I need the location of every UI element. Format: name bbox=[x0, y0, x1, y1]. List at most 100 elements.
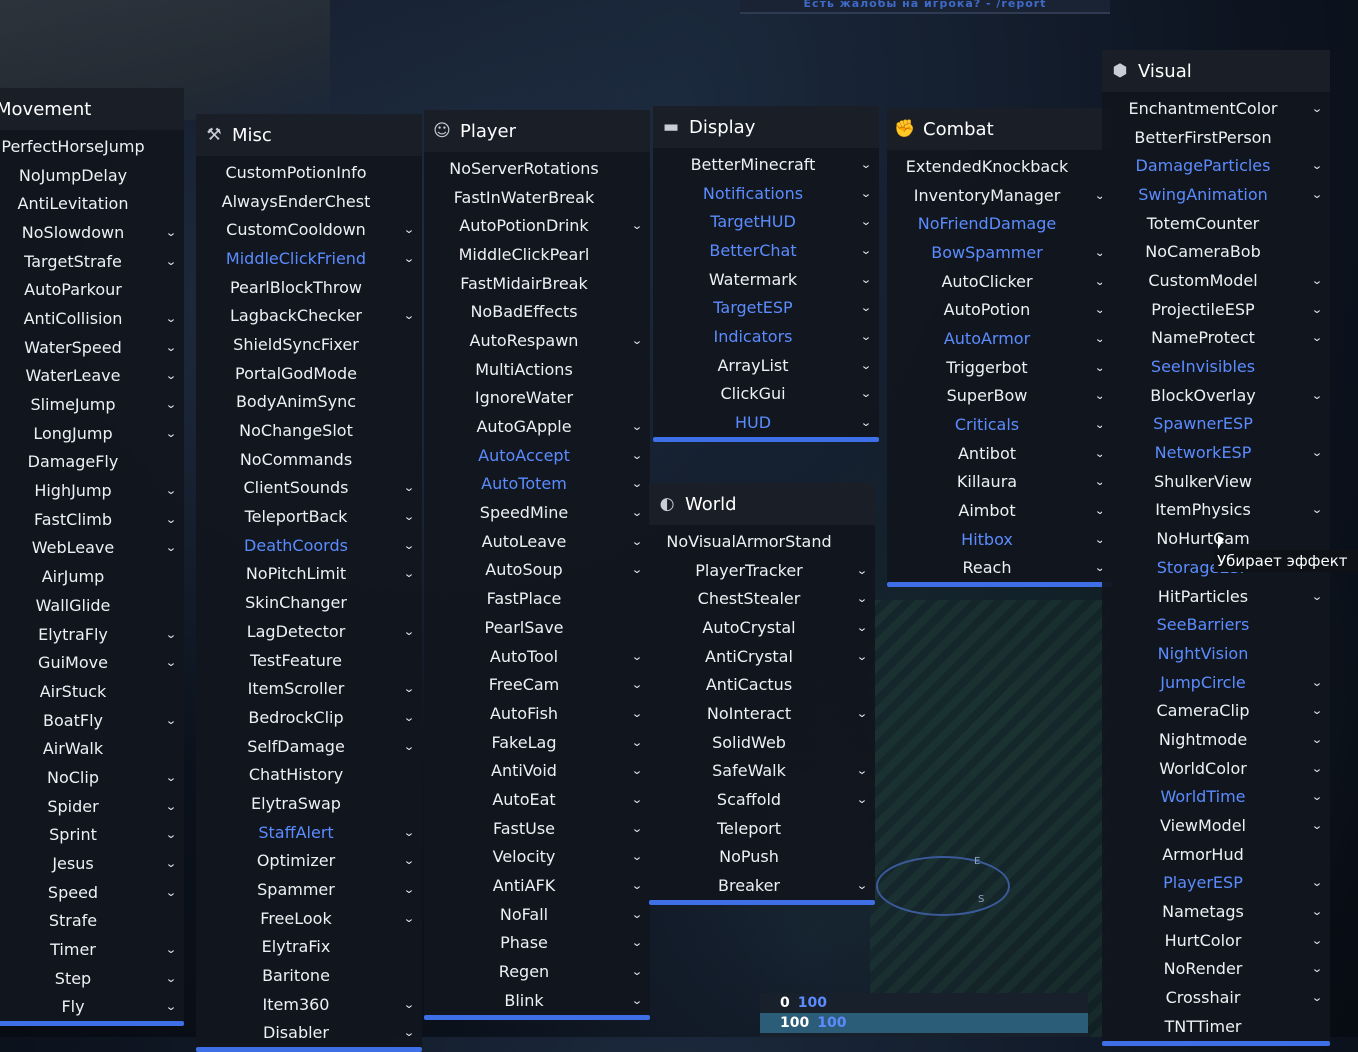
chevron-down-icon[interactable]: ⌄ bbox=[845, 621, 879, 634]
chevron-down-icon[interactable]: ⌄ bbox=[154, 484, 188, 497]
module-anticactus[interactable]: AntiCactus⌄ bbox=[649, 670, 875, 699]
chevron-down-icon[interactable]: ⌄ bbox=[849, 273, 883, 286]
chevron-down-icon[interactable]: ⌄ bbox=[392, 998, 426, 1011]
module-fastmidairbreak[interactable]: FastMidairBreak⌄ bbox=[424, 269, 650, 298]
module-killaura[interactable]: Killaura ⌄ bbox=[887, 468, 1113, 497]
module-seeinvisibles[interactable]: SeeInvisibles⌄ bbox=[1102, 352, 1330, 381]
chevron-down-icon[interactable]: ⌄ bbox=[392, 711, 426, 724]
chevron-down-icon[interactable]: ⌄ bbox=[620, 936, 654, 949]
module-damagefly[interactable]: DamageFly⌄ bbox=[0, 448, 184, 477]
module-baritone[interactable]: Baritone⌄ bbox=[196, 961, 422, 990]
module-autotool[interactable]: AutoTool ⌄ bbox=[424, 642, 650, 671]
chevron-down-icon[interactable]: ⌄ bbox=[849, 244, 883, 257]
misc-panel-header[interactable]: ⚒ Misc bbox=[196, 114, 422, 156]
module-antiafk[interactable]: AntiAFK ⌄ bbox=[424, 871, 650, 900]
chevron-down-icon[interactable]: ⌄ bbox=[849, 416, 883, 429]
chevron-down-icon[interactable]: ⌄ bbox=[1300, 446, 1334, 459]
chevron-down-icon[interactable]: ⌄ bbox=[154, 369, 188, 382]
module-nofall[interactable]: NoFall ⌄ bbox=[424, 900, 650, 929]
display-panel-header[interactable]: ▬ Display bbox=[653, 106, 879, 148]
module-betterminecraft[interactable]: BetterMinecraft ⌄ bbox=[653, 150, 879, 179]
module-fastuse[interactable]: FastUse ⌄ bbox=[424, 814, 650, 843]
module-middleclickfriend[interactable]: MiddleClickFriend ⌄ bbox=[196, 244, 422, 273]
module-antilevitation[interactable]: AntiLevitation⌄ bbox=[0, 189, 184, 218]
chevron-down-icon[interactable]: ⌄ bbox=[845, 793, 879, 806]
module-perfecthorsejump[interactable]: PerfectHorseJump⌄ bbox=[0, 132, 184, 161]
chevron-down-icon[interactable]: ⌄ bbox=[154, 226, 188, 239]
module-alwaysenderchest[interactable]: AlwaysEnderChest⌄ bbox=[196, 187, 422, 216]
module-teleport[interactable]: Teleport⌄ bbox=[649, 814, 875, 843]
chevron-down-icon[interactable]: ⌄ bbox=[154, 398, 188, 411]
module-crosshair[interactable]: Crosshair ⌄ bbox=[1102, 983, 1330, 1012]
module-hitparticles[interactable]: HitParticles ⌄ bbox=[1102, 582, 1330, 611]
module-longjump[interactable]: LongJump ⌄ bbox=[0, 419, 184, 448]
module-criticals[interactable]: Criticals ⌄ bbox=[887, 410, 1113, 439]
movement-panel-header[interactable]: Movement bbox=[0, 88, 184, 130]
chevron-down-icon[interactable]: ⌄ bbox=[1300, 389, 1334, 402]
chevron-down-icon[interactable]: ⌄ bbox=[620, 219, 654, 232]
chevron-down-icon[interactable]: ⌄ bbox=[1300, 762, 1334, 775]
chevron-down-icon[interactable]: ⌄ bbox=[849, 330, 883, 343]
module-autogapple[interactable]: AutoGApple ⌄ bbox=[424, 412, 650, 441]
chevron-down-icon[interactable]: ⌄ bbox=[154, 886, 188, 899]
module-elytrafix[interactable]: ElytraFix⌄ bbox=[196, 933, 422, 962]
module-nobadeffects[interactable]: NoBadEffects⌄ bbox=[424, 297, 650, 326]
module-nofrienddamage[interactable]: NoFriendDamage⌄ bbox=[887, 209, 1113, 238]
chevron-down-icon[interactable]: ⌄ bbox=[392, 682, 426, 695]
module-norender[interactable]: NoRender ⌄ bbox=[1102, 955, 1330, 984]
chevron-down-icon[interactable]: ⌄ bbox=[620, 334, 654, 347]
module-watermark[interactable]: Watermark ⌄ bbox=[653, 265, 879, 294]
module-inventorymanager[interactable]: InventoryManager ⌄ bbox=[887, 181, 1113, 210]
chevron-down-icon[interactable]: ⌄ bbox=[392, 309, 426, 322]
module-nopitchlimit[interactable]: NoPitchLimit ⌄ bbox=[196, 560, 422, 589]
chevron-down-icon[interactable]: ⌄ bbox=[1300, 962, 1334, 975]
module-blink[interactable]: Blink ⌄ bbox=[424, 986, 650, 1015]
module-spawneresp[interactable]: SpawnerESP⌄ bbox=[1102, 410, 1330, 439]
module-notifications[interactable]: Notifications ⌄ bbox=[653, 179, 879, 208]
module-cameraclip[interactable]: CameraClip ⌄ bbox=[1102, 696, 1330, 725]
module-autocrystal[interactable]: AutoCrystal ⌄ bbox=[649, 613, 875, 642]
module-autopotiondrink[interactable]: AutoPotionDrink ⌄ bbox=[424, 211, 650, 240]
chevron-down-icon[interactable]: ⌄ bbox=[1300, 188, 1334, 201]
module-speed[interactable]: Speed ⌄ bbox=[0, 878, 184, 907]
module-worldtime[interactable]: WorldTime ⌄ bbox=[1102, 783, 1330, 812]
module-pearlblockthrow[interactable]: PearlBlockThrow⌄ bbox=[196, 273, 422, 302]
module-noserverrotations[interactable]: NoServerRotations⌄ bbox=[424, 154, 650, 183]
module-indicators[interactable]: Indicators ⌄ bbox=[653, 322, 879, 351]
chevron-down-icon[interactable]: ⌄ bbox=[392, 539, 426, 552]
module-targetstrafe[interactable]: TargetStrafe ⌄ bbox=[0, 247, 184, 276]
chevron-down-icon[interactable]: ⌄ bbox=[845, 879, 879, 892]
module-autoleave[interactable]: AutoLeave ⌄ bbox=[424, 527, 650, 556]
chevron-down-icon[interactable]: ⌄ bbox=[1300, 503, 1334, 516]
module-aimbot[interactable]: Aimbot ⌄ bbox=[887, 496, 1113, 525]
module-superbow[interactable]: SuperBow ⌄ bbox=[887, 382, 1113, 411]
module-slimejump[interactable]: SlimeJump ⌄ bbox=[0, 390, 184, 419]
module-waterspeed[interactable]: WaterSpeed ⌄ bbox=[0, 333, 184, 362]
module-armorhud[interactable]: ArmorHud⌄ bbox=[1102, 840, 1330, 869]
module-guimove[interactable]: GuiMove ⌄ bbox=[0, 648, 184, 677]
chevron-down-icon[interactable]: ⌄ bbox=[392, 740, 426, 753]
module-custompotioninfo[interactable]: CustomPotionInfo⌄ bbox=[196, 158, 422, 187]
module-playertracker[interactable]: PlayerTracker ⌄ bbox=[649, 556, 875, 585]
module-nojumpdelay[interactable]: NoJumpDelay⌄ bbox=[0, 161, 184, 190]
chevron-down-icon[interactable]: ⌄ bbox=[1300, 331, 1334, 344]
module-playeresp[interactable]: PlayerESP ⌄ bbox=[1102, 869, 1330, 898]
module-freelook[interactable]: FreeLook ⌄ bbox=[196, 904, 422, 933]
module-customcooldown[interactable]: CustomCooldown ⌄ bbox=[196, 215, 422, 244]
chevron-down-icon[interactable]: ⌄ bbox=[154, 771, 188, 784]
chevron-down-icon[interactable]: ⌄ bbox=[849, 187, 883, 200]
visual-panel-header[interactable]: ⬢ Visual bbox=[1102, 50, 1330, 92]
module-breaker[interactable]: Breaker ⌄ bbox=[649, 871, 875, 900]
module-reach[interactable]: Reach ⌄ bbox=[887, 554, 1113, 583]
chevron-down-icon[interactable]: ⌄ bbox=[845, 650, 879, 663]
module-anticollision[interactable]: AntiCollision ⌄ bbox=[0, 304, 184, 333]
module-sprint[interactable]: Sprint ⌄ bbox=[0, 821, 184, 850]
chevron-down-icon[interactable]: ⌄ bbox=[1300, 733, 1334, 746]
chevron-down-icon[interactable]: ⌄ bbox=[845, 592, 879, 605]
module-phase[interactable]: Phase ⌄ bbox=[424, 929, 650, 958]
chevron-down-icon[interactable]: ⌄ bbox=[392, 1026, 426, 1039]
chevron-down-icon[interactable]: ⌄ bbox=[620, 420, 654, 433]
module-spider[interactable]: Spider ⌄ bbox=[0, 792, 184, 821]
module-testfeature[interactable]: TestFeature⌄ bbox=[196, 646, 422, 675]
chevron-down-icon[interactable]: ⌄ bbox=[1300, 819, 1334, 832]
